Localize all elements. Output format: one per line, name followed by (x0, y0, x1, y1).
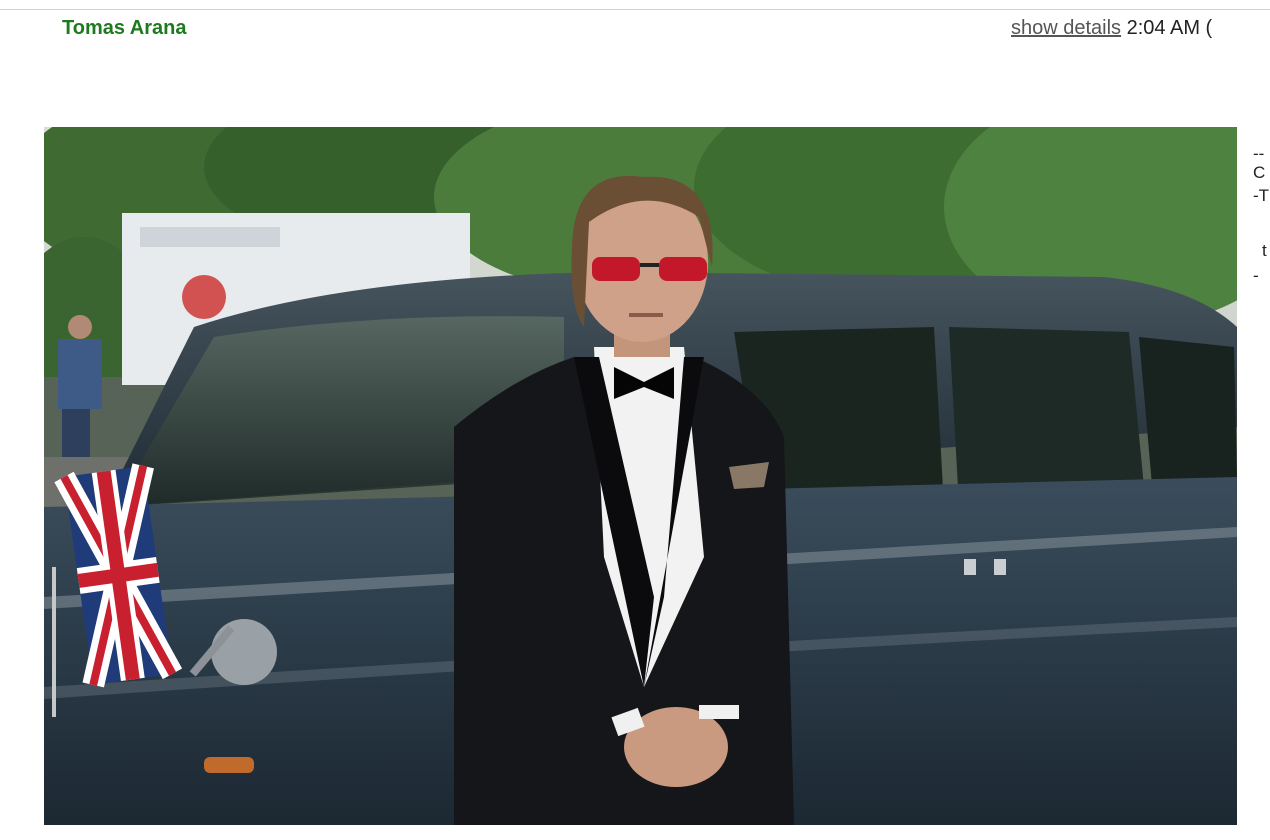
side-snippet-line-2: C (1253, 163, 1266, 182)
show-details-link[interactable]: show details (1011, 17, 1121, 39)
message-meta: show details 2:04 AM ( (1011, 17, 1212, 40)
side-snippet-line-1: -- (1253, 144, 1265, 163)
sender-name[interactable]: Tomas Arana (62, 17, 186, 40)
side-snippet-link[interactable]: t (1262, 242, 1267, 259)
header-divider (0, 9, 1270, 10)
side-snippet-line-5: - (1253, 266, 1259, 285)
attached-photo[interactable] (44, 127, 1237, 825)
message-time: 2:04 AM ( (1126, 17, 1213, 39)
side-snippet-line-3: -T (1253, 186, 1270, 205)
photo-illustration (44, 127, 1237, 825)
